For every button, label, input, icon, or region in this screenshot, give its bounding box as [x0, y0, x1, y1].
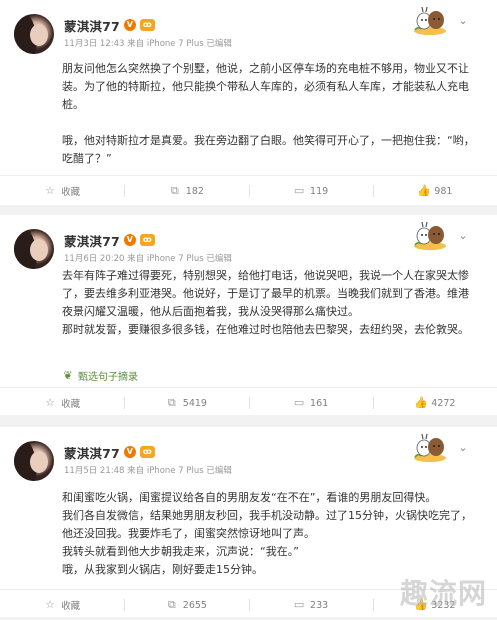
post-content: 和闺蜜吃火锅，闺蜜提议给各自的男朋友发“在不在”，看谁的男朋友回得快。 我们各自… [62, 489, 476, 579]
star-icon: ☆ [45, 184, 56, 197]
level-badge-icon: ꝏ [139, 19, 155, 31]
thumbs-up-icon: 👍 [417, 184, 431, 197]
favorite-button[interactable]: ☆ 收藏 [0, 590, 124, 620]
repost-icon: ⧉ [167, 396, 176, 409]
edited-label: 已编辑 [206, 254, 232, 264]
comment-count: 119 [310, 185, 329, 197]
level-badge-icon: ꝏ [139, 234, 155, 246]
repost-count: 5419 [182, 397, 207, 409]
like-button[interactable]: 👍 981 [372, 176, 497, 206]
post-meta: 11月3日 12:43 来自 iPhone 7 Plus 已编辑 [64, 37, 232, 49]
weibo-post: 蒙淇淇77 V ꝏ 11月3日 12:43 来自 iPhone 7 Plus 已… [0, 0, 497, 205]
favorite-label: 收藏 [61, 601, 81, 612]
user-name[interactable]: 蒙淇淇77 [64, 231, 120, 250]
chevron-down-icon[interactable]: ⌄ [456, 14, 470, 28]
chevron-down-icon[interactable]: ⌄ [456, 441, 470, 455]
comment-count: 161 [310, 397, 329, 409]
bear-sticker-icon [414, 221, 446, 250]
bear-sticker-icon [414, 433, 446, 462]
post-paragraph: 去年有阵子难过得要死，特别想哭，给他打电话，他说哭吧，我说一个人在家哭太惨了，要… [62, 269, 469, 318]
user-name[interactable]: 蒙淇淇77 [64, 443, 120, 462]
avatar[interactable] [14, 229, 54, 269]
post-actions: ☆ 收藏 ⧉ 5419 ▭ 161 👍 4272 [0, 387, 497, 418]
post-time[interactable]: 11月5日 21:48 [64, 466, 124, 476]
comment-icon: ▭ [293, 598, 305, 611]
repost-button[interactable]: ⧉ 182 [124, 176, 248, 206]
post-time[interactable]: 11月3日 12:43 [64, 39, 124, 49]
bear-sticker-icon [414, 6, 446, 35]
post-source: 来自 iPhone 7 Plus [127, 466, 204, 476]
favorite-label: 收藏 [61, 187, 81, 198]
post-paragraph: 和闺蜜吃火锅，闺蜜提议给各自的男朋友发“在不在”，看谁的男朋友回得快。 [62, 491, 437, 504]
chevron-down-icon[interactable]: ⌄ [456, 229, 470, 243]
post-paragraph: 那时就发誓，要赚很多很多钱，在他难过时也陪他去巴黎哭，去纽约哭，去伦敦哭。 [62, 323, 469, 336]
comment-count: 233 [310, 599, 329, 611]
favorite-label: 收藏 [61, 399, 81, 410]
comment-button[interactable]: ▭ 119 [248, 176, 373, 206]
post-time[interactable]: 11月6日 20:20 [64, 254, 124, 264]
post-meta: 11月6日 20:20 来自 iPhone 7 Plus 已编辑 [64, 252, 232, 264]
star-icon: ☆ [45, 598, 56, 611]
favorite-button[interactable]: ☆ 收藏 [0, 176, 124, 206]
post-content: 朋友问他怎么突然换了个别墅，他说，之前小区停车场的充电桩不够用，物业又不让装。为… [62, 60, 476, 168]
repost-button[interactable]: ⧉ 2655 [124, 590, 248, 620]
site-watermark: 趣流网 [400, 577, 488, 610]
repost-icon: ⧉ [167, 598, 176, 611]
post-paragraph [62, 114, 476, 132]
leaf-icon: ❦ [63, 368, 73, 382]
post-paragraph: 朋友问他怎么突然换了个别墅，他说，之前小区停车场的充电桩不够用，物业又不让装。为… [62, 62, 469, 111]
edited-label: 已编辑 [206, 39, 232, 49]
star-icon: ☆ [45, 396, 56, 409]
post-source: 来自 iPhone 7 Plus [127, 39, 204, 49]
post-actions: ☆ 收藏 ⧉ 182 ▭ 119 👍 981 [0, 175, 497, 206]
comment-icon: ▭ [293, 396, 305, 409]
user-name[interactable]: 蒙淇淇77 [64, 16, 120, 35]
comment-button[interactable]: ▭ 233 [248, 590, 373, 620]
like-button[interactable]: 👍 4272 [372, 388, 497, 418]
post-paragraph: 我转头就看到他大步朝我走来，沉声说：“我在。” [62, 545, 299, 558]
avatar[interactable] [14, 441, 54, 481]
comment-button[interactable]: ▭ 161 [248, 388, 373, 418]
post-meta: 11月5日 21:48 来自 iPhone 7 Plus 已编辑 [64, 464, 232, 476]
repost-button[interactable]: ⧉ 5419 [124, 388, 248, 418]
weibo-post: 蒙淇淇77 V ꝏ 11月6日 20:20 来自 iPhone 7 Plus 已… [0, 215, 497, 415]
verified-badge-icon: V [123, 19, 136, 31]
post-paragraph: 哦，他对特斯拉才是真爱。我在旁边翻了白眼。他笑得可开心了，一把抱住我：“哟，吃醋… [62, 134, 475, 165]
avatar[interactable] [14, 14, 54, 54]
like-count: 4272 [431, 397, 456, 409]
repost-count: 182 [185, 185, 204, 197]
excerpt-label: 甄选句子摘录 [78, 372, 138, 383]
level-badge-icon: ꝏ [139, 446, 155, 458]
verified-badge-icon: V [123, 234, 136, 246]
repost-icon: ⧉ [170, 184, 179, 197]
like-count: 981 [434, 185, 453, 197]
post-source: 来自 iPhone 7 Plus [127, 254, 204, 264]
verified-badge-icon: V [123, 446, 136, 458]
favorite-button[interactable]: ☆ 收藏 [0, 388, 124, 418]
edited-label: 已编辑 [206, 466, 232, 476]
comment-icon: ▭ [293, 184, 305, 197]
post-content: 去年有阵子难过得要死，特别想哭，给他打电话，他说哭吧，我说一个人在家哭太惨了，要… [62, 267, 476, 339]
repost-count: 2655 [182, 599, 207, 611]
excerpt-link[interactable]: ❦ 甄选句子摘录 [62, 368, 138, 383]
post-paragraph: 我们各自发微信，结果她男朋友秒回，我手机没动静。过了15分钟，火锅快吃完了，他还… [62, 509, 472, 540]
thumbs-up-icon: 👍 [414, 396, 428, 409]
